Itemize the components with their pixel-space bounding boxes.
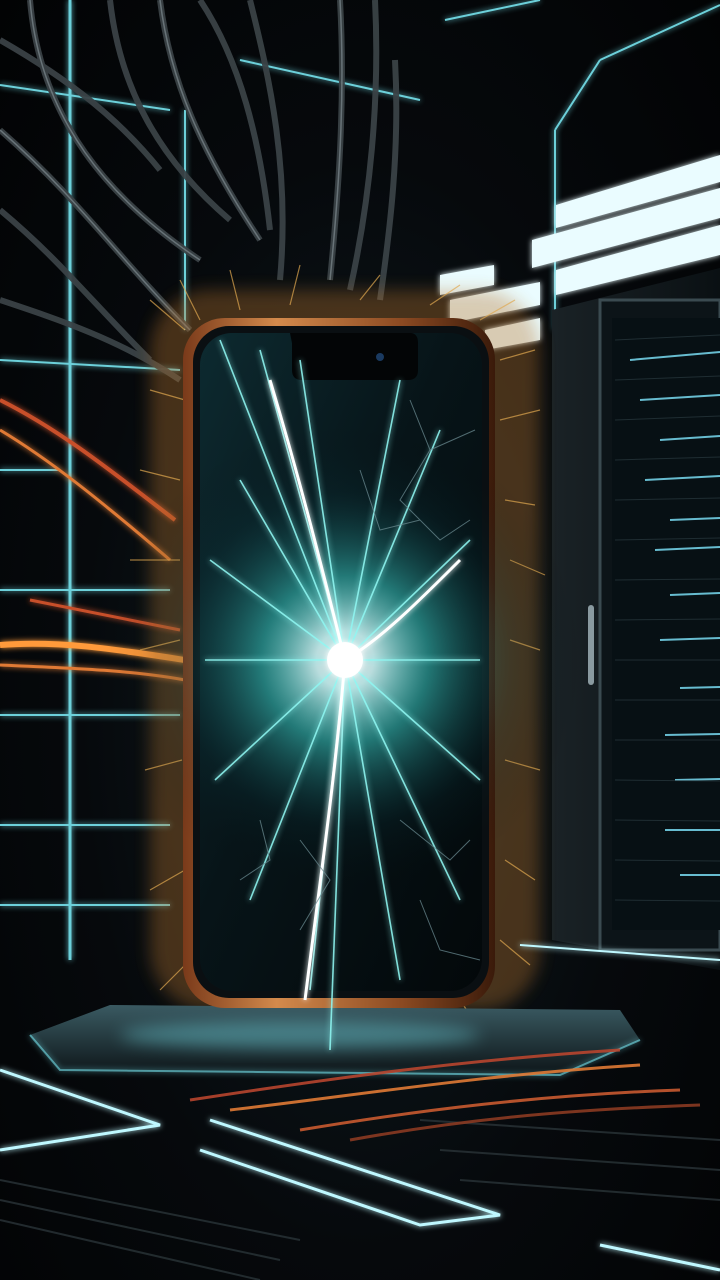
front-camera [376,353,384,361]
scene-root [0,0,720,1280]
scene-illustration [0,0,720,1280]
floor-grates [0,1119,720,1280]
phone-notch [290,333,418,380]
rack-handle [588,605,594,685]
phone-base-platform [29,1005,641,1077]
